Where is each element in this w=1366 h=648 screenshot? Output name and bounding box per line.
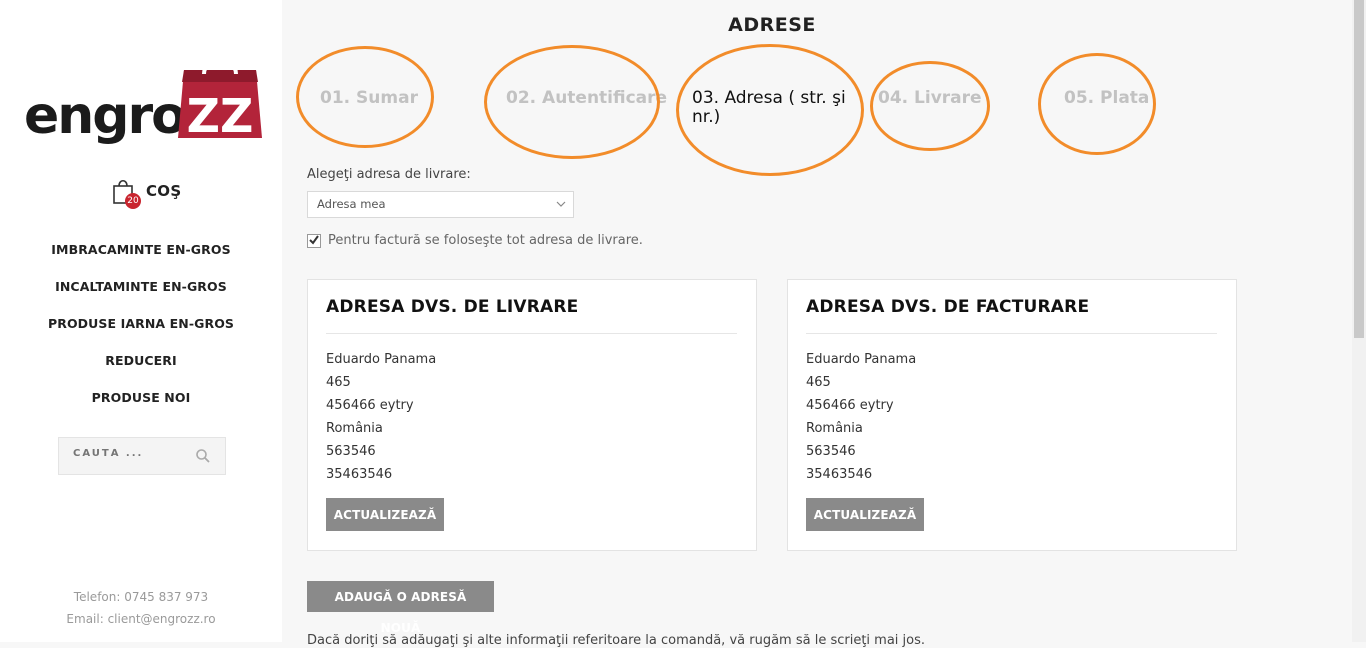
search-icon[interactable] <box>195 448 211 464</box>
address-line: Eduardo Panama <box>326 352 437 367</box>
address-line: România <box>326 421 383 436</box>
address-line: 456466 eytry <box>326 398 414 413</box>
address-line: România <box>806 421 863 436</box>
contact-email[interactable]: Email: client@engrozz.ro <box>0 608 282 630</box>
invoice-address-card: ADRESA DVS. DE FACTURARE Eduardo Panama … <box>787 279 1237 551</box>
address-line: 465 <box>326 375 351 390</box>
cart-count-badge: 20 <box>125 193 141 209</box>
logo[interactable]: engroZZ ZZ <box>22 52 262 150</box>
sidebar: engroZZ ZZ 20 COŞ IMBRACAMINTE EN-GROS I… <box>0 0 282 642</box>
page-title: ADRESE <box>728 14 816 36</box>
cart-label: COŞ <box>146 182 182 200</box>
checkmark-icon <box>309 234 319 245</box>
address-select-value: Adresa mea <box>317 197 386 211</box>
step-adresa: 03. Adresa ( str. şi nr.) <box>692 88 846 127</box>
shopping-bag-logo-icon: ZZ <box>178 58 262 138</box>
cart-link[interactable]: 20 COŞ <box>112 174 182 209</box>
step-livrare: 04. Livrare <box>878 88 982 108</box>
same-invoice-checkbox[interactable] <box>307 233 321 248</box>
address-line: 456466 eytry <box>806 398 894 413</box>
chevron-down-icon <box>556 201 566 207</box>
search-box <box>58 437 226 475</box>
step-autentificare[interactable]: 02. Autentificare <box>506 89 667 108</box>
divider <box>326 333 737 334</box>
update-invoice-address-button[interactable]: ACTUALIZEAZĂ <box>806 498 924 531</box>
nav-item-reduceri[interactable]: REDUCERI <box>0 348 282 385</box>
address-line: Eduardo Panama <box>806 352 917 367</box>
nav-item-imbracaminte[interactable]: IMBRACAMINTE EN-GROS <box>0 237 282 274</box>
add-new-address-button[interactable]: ADAUGĂ O ADRESĂ NOUĂ <box>307 581 494 635</box>
nav-item-produse-noi[interactable]: PRODUSE NOI <box>0 385 282 422</box>
same-invoice-label: Pentru factură se foloseşte tot adresa d… <box>328 233 643 248</box>
scrollbar[interactable] <box>1352 0 1366 642</box>
same-invoice-option: Pentru factură se foloseşte tot adresa d… <box>307 233 643 248</box>
address-line: 563546 <box>806 444 856 459</box>
address-line: 563546 <box>326 444 376 459</box>
delivery-address-card: ADRESA DVS. DE LIVRARE Eduardo Panama 46… <box>307 279 757 551</box>
delivery-address-title: ADRESA DVS. DE LIVRARE <box>326 297 579 317</box>
nav-item-incaltaminte[interactable]: INCALTAMINTE EN-GROS <box>0 274 282 311</box>
contact-phone: Telefon: 0745 837 973 <box>73 590 209 604</box>
divider <box>806 333 1217 334</box>
update-delivery-address-button[interactable]: ACTUALIZEAZĂ <box>326 498 444 531</box>
svg-text:ZZ: ZZ <box>187 89 254 138</box>
main-nav: IMBRACAMINTE EN-GROS INCALTAMINTE EN-GRO… <box>0 237 282 422</box>
scrollbar-thumb[interactable] <box>1354 0 1364 338</box>
address-line: 465 <box>806 375 831 390</box>
invoice-address-lines: Eduardo Panama 465 456466 eytry România … <box>806 348 916 486</box>
contact-info: Telefon: 0745 837 973 Email: client@engr… <box>0 586 282 630</box>
address-select[interactable]: Adresa mea <box>307 191 574 218</box>
search-input[interactable] <box>71 447 195 460</box>
address-line: 35463546 <box>326 467 393 482</box>
delivery-address-lines: Eduardo Panama 465 456466 eytry România … <box>326 348 436 486</box>
step-sumar[interactable]: 01. Sumar <box>320 89 418 108</box>
cart-icon: 20 <box>112 177 141 209</box>
step-plata: 05. Plata <box>1064 88 1150 108</box>
address-select-label: Alegeţi adresa de livrare: <box>307 167 471 182</box>
nav-item-produse-iarna[interactable]: PRODUSE IARNA EN-GROS <box>0 311 282 348</box>
order-comment-note: Dacă doriţi să adăugaţi şi alte informaţ… <box>307 633 926 648</box>
address-line: 35463546 <box>806 467 873 482</box>
invoice-address-title: ADRESA DVS. DE FACTURARE <box>806 297 1090 317</box>
